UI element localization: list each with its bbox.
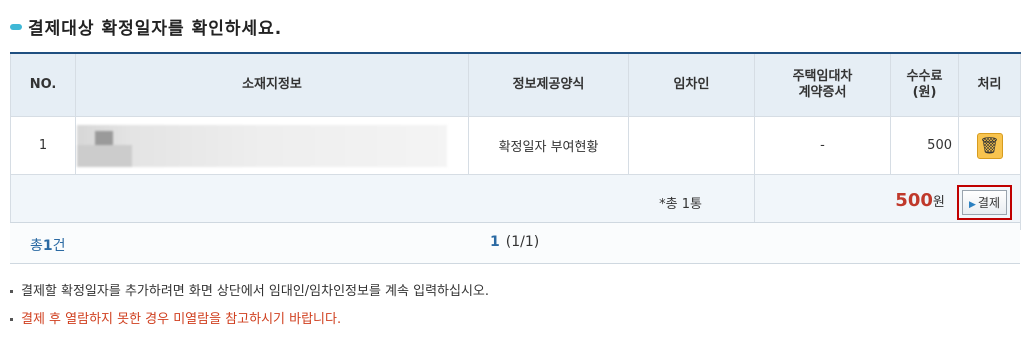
arrow-right-icon: ▶ — [968, 199, 976, 210]
header-contract-line1: 주택임대차 — [792, 69, 853, 84]
total-number: 1 — [42, 238, 53, 254]
pagination: 1 (1/1) — [490, 234, 539, 250]
header-contract: 주택임대차 계약증서 — [754, 52, 891, 117]
section-title: 결제대상 확정일자를 확인하세요. — [10, 14, 283, 39]
note-1: 결제할 확정일자를 추가하려면 화면 상단에서 임대인/임차인정보를 계속 입력… — [10, 280, 489, 299]
row-method: 확정일자 부여현황 — [468, 116, 629, 175]
title-bullet-icon — [10, 24, 22, 30]
header-method: 정보제공양식 — [468, 52, 629, 117]
table-row: 1 확정일자 부여현황 - 500 🗑 — [10, 116, 1021, 175]
note-bullet-icon — [10, 290, 13, 293]
delete-trash-icon[interactable]: 🗑 — [976, 132, 1003, 159]
header-fee: 수수료 (원) — [890, 52, 959, 117]
summary-unit: 원 — [932, 194, 945, 210]
summary-count: *총 1통 — [659, 196, 702, 212]
row-no: 1 — [10, 116, 76, 175]
total-suffix: 건 — [52, 238, 66, 254]
page-current-link[interactable]: 1 — [490, 234, 500, 250]
row-contract: - — [754, 116, 891, 175]
header-lessee: 임차인 — [628, 52, 755, 117]
note-1-text: 결제할 확정일자를 추가하려면 화면 상단에서 임대인/임차인정보를 계속 입력… — [21, 284, 489, 299]
pay-button[interactable]: ▶ 결제 — [961, 189, 1007, 215]
payment-table: NO. 소재지정보 정보제공양식 임차인 주택임대차 계약증서 수수료 (원) … — [10, 52, 1021, 230]
row-lessee — [628, 116, 755, 175]
section-title-text: 결제대상 확정일자를 확인하세요. — [28, 18, 283, 39]
header-contract-line2: 계약증서 — [798, 85, 847, 100]
row-action: 🗑 — [958, 116, 1021, 175]
header-fee-line1: 수수료 — [906, 69, 943, 84]
pay-button-label: 결제 — [977, 195, 1000, 210]
header-fee-line2: (원) — [912, 85, 937, 100]
header-location: 소재지정보 — [75, 52, 469, 117]
total-count: 총1건 — [30, 235, 66, 255]
row-fee: 500 — [890, 116, 959, 175]
note-bullet-icon — [10, 318, 13, 321]
note-2: 결제 후 열람하지 못한 경우 미열람을 참고하시기 바랍니다. — [10, 308, 341, 327]
redacted-address — [77, 124, 447, 167]
table-header-row: NO. 소재지정보 정보제공양식 임차인 주택임대차 계약증서 수수료 (원) … — [10, 52, 1021, 117]
note-2-text: 결제 후 열람하지 못한 경우 미열람을 참고하시기 바랍니다. — [21, 312, 342, 327]
pay-button-highlight: ▶ 결제 — [956, 184, 1012, 220]
summary-amount: 500 — [895, 189, 933, 211]
table-footer: 총1건 1 (1/1) — [10, 222, 1020, 264]
row-location — [75, 116, 469, 175]
header-action: 처리 — [958, 52, 1021, 117]
header-no: NO. — [10, 52, 76, 117]
total-prefix: 총 — [30, 238, 43, 254]
page-info: (1/1) — [505, 234, 540, 250]
